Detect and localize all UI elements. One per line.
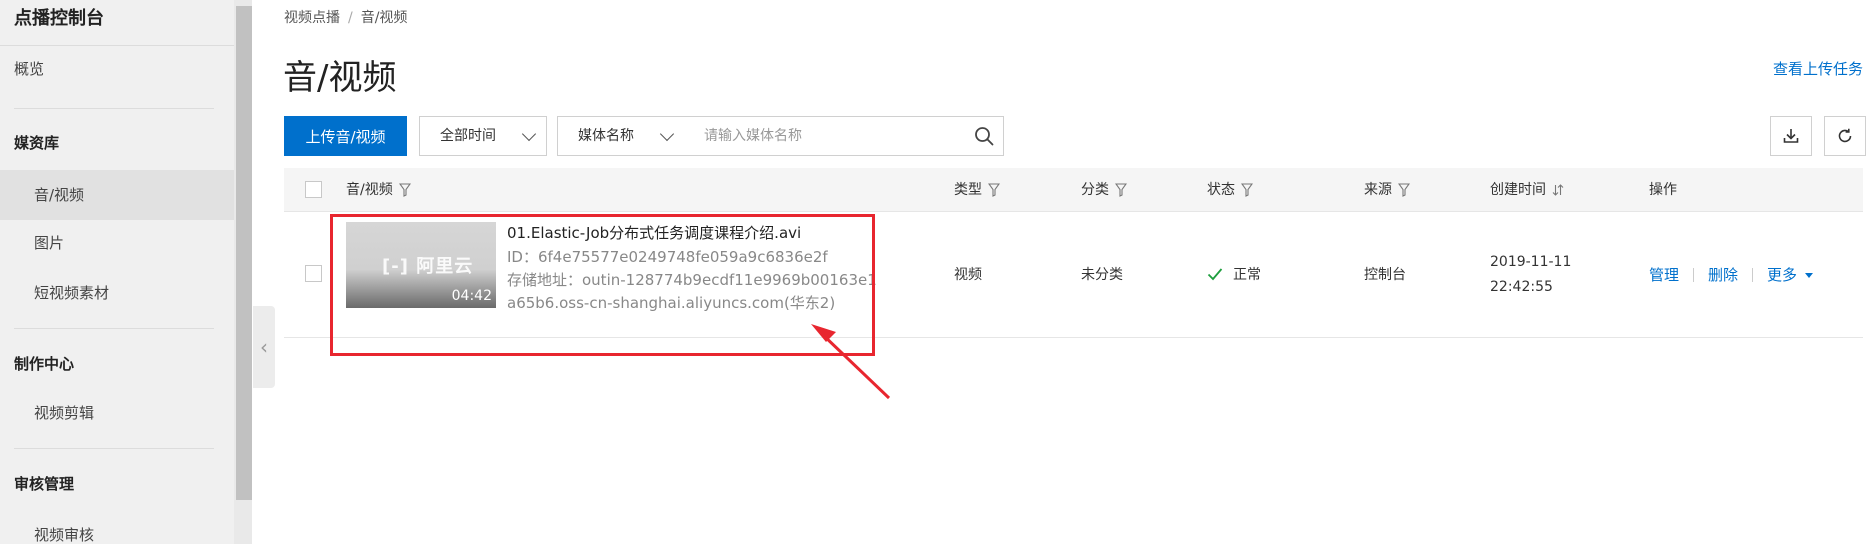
refresh-button[interactable] [1824,116,1866,156]
sidebar-item-audio-video[interactable]: 音/视频 [0,170,234,220]
time-range-select-value: 全部时间 [440,128,496,144]
search-field-select-value: 媒体名称 [578,128,634,144]
column-header-category-label: 分类 [1081,182,1109,198]
sidebar-section-review-management[interactable]: 审核管理 [0,471,234,497]
refresh-icon [1838,128,1852,143]
sidebar-section-production-center[interactable]: 制作中心 [0,351,234,377]
more-dropdown[interactable]: 更多 [1767,264,1814,285]
column-header-type[interactable]: 类型 [954,168,1000,212]
sidebar-item-video-editing[interactable]: 视频剪辑 [0,400,234,426]
column-header-status-label: 状态 [1207,182,1235,198]
breadcrumb-separator: / [348,10,353,26]
view-upload-tasks-link[interactable]: 查看上传任务 [1773,58,1863,79]
manage-link[interactable]: 管理 [1649,264,1679,285]
created-time: 22:42:55 [1490,279,1553,295]
media-name-search-input[interactable] [684,116,1004,156]
delete-link[interactable]: 删除 [1708,264,1738,285]
divider [14,108,214,109]
divider [14,328,214,329]
column-header-created-label: 创建时间 [1490,182,1546,198]
sidebar-item-images[interactable]: 图片 [0,230,234,256]
breadcrumb: 视频点播 / 音/视频 [284,7,407,27]
chevron-down-icon [521,126,537,142]
filter-icon[interactable] [398,183,411,197]
created-date: 2019-11-11 [1490,254,1572,270]
download-icon [1783,129,1799,143]
search-field-select[interactable]: 媒体名称 [557,116,685,156]
column-header-media[interactable]: 音/视频 [346,168,411,212]
column-header-source-label: 来源 [1364,182,1392,198]
column-header-created[interactable]: 创建时间 [1490,168,1564,212]
highlight-box [330,214,875,356]
sidebar-scrollbar-thumb[interactable] [236,6,252,500]
more-label: 更多 [1767,266,1798,284]
breadcrumb-current: 音/视频 [360,10,408,26]
filter-icon[interactable] [1115,183,1127,197]
sidebar-collapse-button[interactable]: ‹ [253,306,275,388]
download-button[interactable] [1770,116,1812,156]
page-title: 音/视频 [283,58,397,98]
divider [1693,267,1695,282]
column-header-source[interactable]: 来源 [1364,168,1410,212]
filter-icon[interactable] [1241,183,1253,197]
column-header-actions-label: 操作 [1649,182,1677,198]
cell-created: 2019-11-11 22:42:55 [1490,250,1571,300]
cell-status: 正常 [1207,264,1261,284]
check-icon [1207,268,1223,281]
sort-icon[interactable] [1552,183,1564,197]
chevron-left-icon: ‹ [260,335,268,359]
sidebar-item-video-review[interactable]: 视频审核 [0,522,234,548]
sidebar-item-short-video-material[interactable]: 短视频素材 [0,280,234,306]
cell-category: 未分类 [1081,267,1123,283]
divider [14,448,214,449]
column-header-category[interactable]: 分类 [1081,168,1127,212]
cell-source: 控制台 [1364,267,1406,283]
column-header-type-label: 类型 [954,182,982,198]
column-header-media-label: 音/视频 [346,182,393,198]
cell-type: 视频 [954,267,982,283]
breadcrumb-root[interactable]: 视频点播 [284,10,340,26]
sidebar: 点播控制台 概览 媒资库 音/视频 图片 短视频素材 制作中心 视频剪辑 审核管… [0,0,234,544]
upload-media-button[interactable]: 上传音/视频 [284,116,407,156]
filter-icon[interactable] [1398,183,1410,197]
divider [1752,267,1754,282]
select-all-checkbox[interactable] [305,181,322,198]
sidebar-item-overview[interactable]: 概览 [0,56,234,82]
search-icon[interactable] [974,126,994,146]
filter-icon[interactable] [988,183,1000,197]
column-header-actions: 操作 [1649,168,1677,212]
caret-down-icon [1805,273,1814,278]
status-text: 正常 [1233,267,1261,283]
row-checkbox[interactable] [305,265,322,282]
row-actions: 管理 删除 更多 [1649,264,1814,285]
chevron-down-icon [659,126,675,142]
sidebar-title: 点播控制台 [0,0,234,46]
column-header-status[interactable]: 状态 [1207,168,1253,212]
sidebar-section-media-library[interactable]: 媒资库 [0,130,234,156]
time-range-select[interactable]: 全部时间 [419,116,547,156]
table-header: 音/视频 类型 分类 状态 来源 创建时间 操作 [284,168,1863,212]
